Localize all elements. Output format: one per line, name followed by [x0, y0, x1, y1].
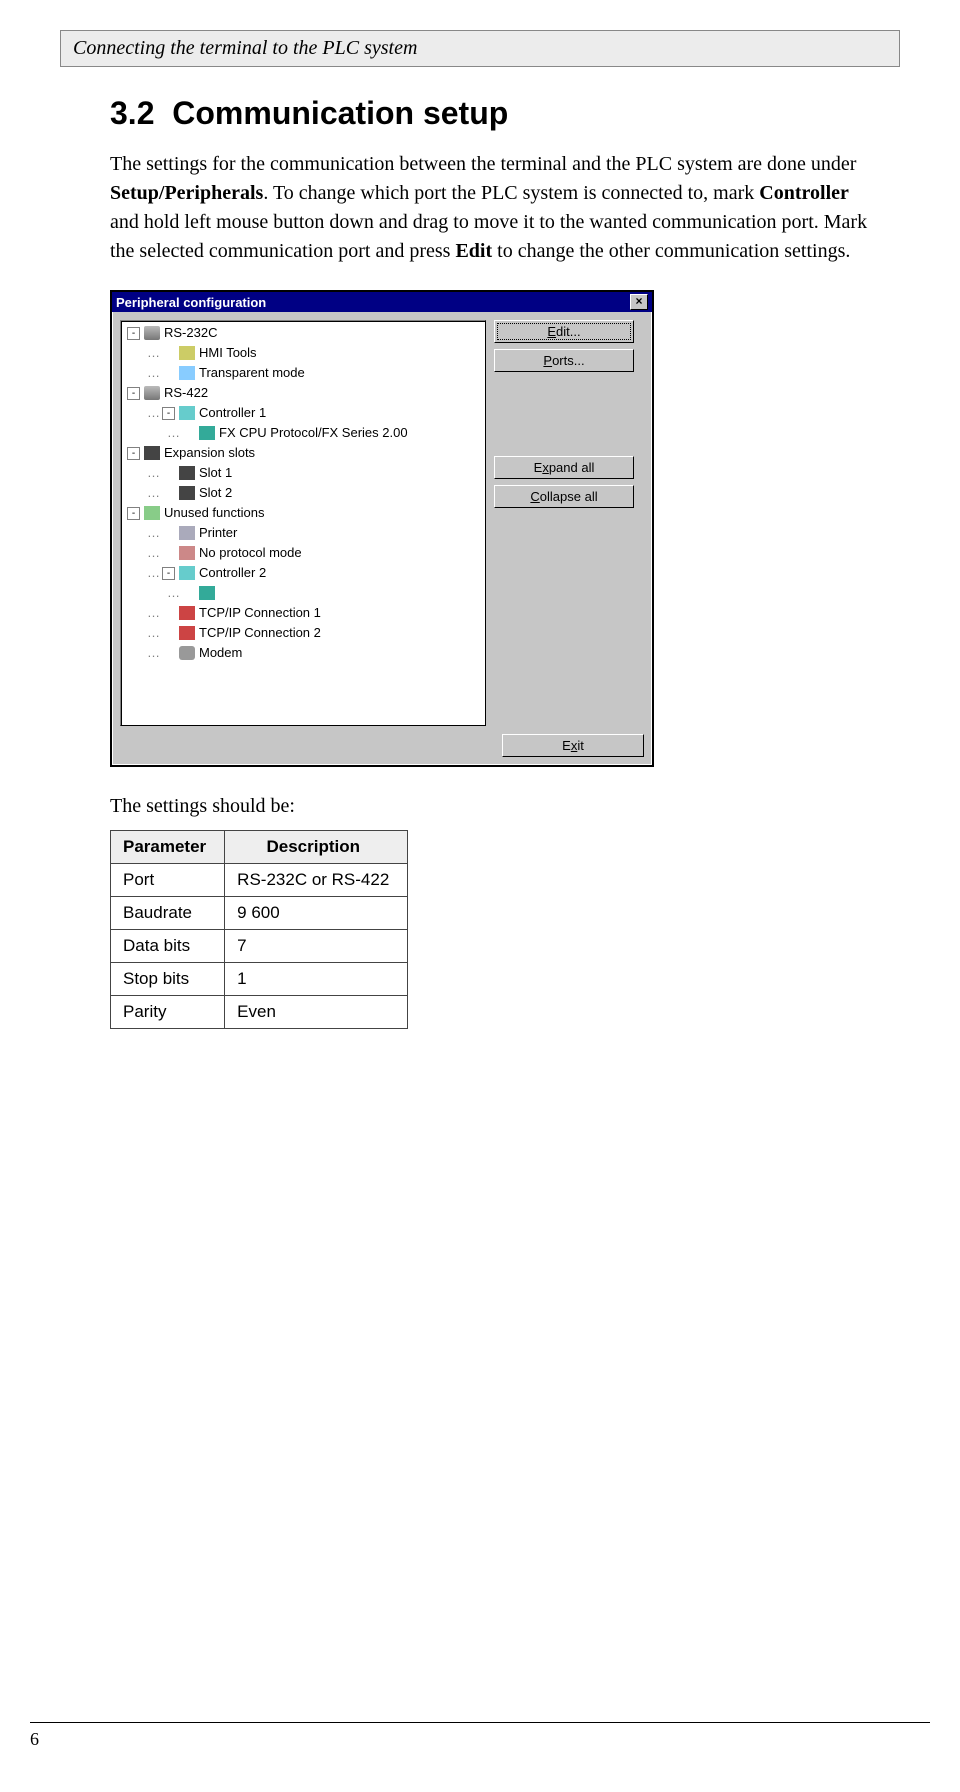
tree-item-label: RS-422	[164, 383, 208, 403]
tree-item-label: FX CPU Protocol/FX Series 2.00	[219, 423, 408, 443]
tree-item[interactable]: …TCP/IP Connection 2	[123, 623, 483, 643]
tp-icon	[179, 366, 195, 380]
tree-item[interactable]: …-Controller 1	[123, 403, 483, 423]
term-setup-peripherals: Setup/Peripherals	[110, 182, 263, 204]
term-controller: Controller	[759, 182, 849, 204]
tree-item-label: Unused functions	[164, 503, 264, 523]
col-description: Description	[225, 831, 408, 864]
tree-item-label: HMI Tools	[199, 343, 257, 363]
tree-item[interactable]: …Modem	[123, 643, 483, 663]
section-title: Communication setup	[172, 95, 508, 131]
tree-item-label: Controller 1	[199, 403, 266, 423]
page-number: 6	[30, 1729, 39, 1749]
tree-item[interactable]: - Unused functions	[123, 503, 483, 523]
tcp-icon	[179, 606, 195, 620]
table-row: ParityEven	[111, 996, 408, 1029]
ctrl-icon	[179, 566, 195, 580]
page-footer: 6	[30, 1722, 930, 1750]
tree-item-label: RS-232C	[164, 323, 217, 343]
tree-item-label: Expansion slots	[164, 443, 255, 463]
port-icon	[144, 326, 160, 340]
tree-item-label: Modem	[199, 643, 242, 663]
collapse-icon[interactable]: -	[127, 447, 140, 460]
table-row: Baudrate9 600	[111, 897, 408, 930]
tree-item[interactable]: …FX CPU Protocol/FX Series 2.00	[123, 423, 483, 443]
intro-paragraph: The settings for the communication betwe…	[110, 150, 880, 266]
ctrl-icon	[179, 406, 195, 420]
tree-item[interactable]: …TCP/IP Connection 1	[123, 603, 483, 623]
tree-item[interactable]: …Slot 2	[123, 483, 483, 503]
table-row: PortRS-232C or RS-422	[111, 864, 408, 897]
table-row: Stop bits1	[111, 963, 408, 996]
slot-icon	[179, 466, 195, 480]
section-number: 3.2	[110, 95, 154, 131]
tree-item[interactable]: …HMI Tools	[123, 343, 483, 363]
chip-icon	[199, 586, 215, 600]
edit-button[interactable]: Edit...	[494, 320, 634, 343]
collapse-icon[interactable]: -	[127, 327, 140, 340]
tree-item[interactable]: …Slot 1	[123, 463, 483, 483]
tcp-icon	[179, 626, 195, 640]
settings-table: Parameter Description PortRS-232C or RS-…	[110, 830, 408, 1029]
tree-item[interactable]: …Transparent mode	[123, 363, 483, 383]
term-edit: Edit	[455, 240, 492, 262]
tool-icon	[179, 346, 195, 360]
tree-item-label: TCP/IP Connection 1	[199, 603, 321, 623]
tree-item-label: Transparent mode	[199, 363, 305, 383]
slot-icon	[179, 486, 195, 500]
section-heading: 3.2 Communication setup	[110, 95, 880, 132]
bucket-icon	[144, 506, 160, 520]
peripheral-configuration-dialog: Peripheral configuration × -RS-232C…HMI …	[110, 290, 654, 767]
settings-lead: The settings should be:	[110, 795, 880, 818]
dialog-title: Peripheral configuration	[116, 295, 266, 310]
collapse-icon[interactable]: -	[162, 567, 175, 580]
port-icon	[144, 386, 160, 400]
running-head: Connecting the terminal to the PLC syste…	[60, 30, 900, 67]
tree-item-label: TCP/IP Connection 2	[199, 623, 321, 643]
tree-item[interactable]: …-Controller 2	[123, 563, 483, 583]
ports-button[interactable]: Ports...	[494, 349, 634, 372]
tree-item-label: Slot 1	[199, 463, 232, 483]
tree-item[interactable]: - RS-232C	[123, 323, 483, 343]
tree-item-label: Slot 2	[199, 483, 232, 503]
tree-item[interactable]: …No protocol mode	[123, 543, 483, 563]
tree-item[interactable]: - Expansion slots	[123, 443, 483, 463]
chip-icon	[199, 426, 215, 440]
col-parameter: Parameter	[111, 831, 225, 864]
tree-item-label: No protocol mode	[199, 543, 302, 563]
printer-icon	[179, 526, 195, 540]
slot-icon	[144, 446, 160, 460]
np-icon	[179, 546, 195, 560]
tree-view[interactable]: -RS-232C…HMI Tools…Transparent mode-RS-4…	[120, 320, 486, 726]
collapse-icon[interactable]: -	[127, 387, 140, 400]
tree-item-label: Printer	[199, 523, 237, 543]
collapse-icon[interactable]: -	[162, 407, 175, 420]
collapse-icon[interactable]: -	[127, 507, 140, 520]
dialog-titlebar[interactable]: Peripheral configuration ×	[112, 292, 652, 312]
tree-item[interactable]: …Printer	[123, 523, 483, 543]
table-row: Data bits7	[111, 930, 408, 963]
collapse-all-button[interactable]: Collapse all	[494, 485, 634, 508]
tree-item-label: Controller 2	[199, 563, 266, 583]
modem-icon	[179, 646, 195, 660]
expand-all-button[interactable]: Expand all	[494, 456, 634, 479]
close-icon[interactable]: ×	[630, 294, 648, 310]
exit-button[interactable]: Exit	[502, 734, 644, 757]
tree-item[interactable]: - RS-422	[123, 383, 483, 403]
tree-item[interactable]: …	[123, 583, 483, 603]
